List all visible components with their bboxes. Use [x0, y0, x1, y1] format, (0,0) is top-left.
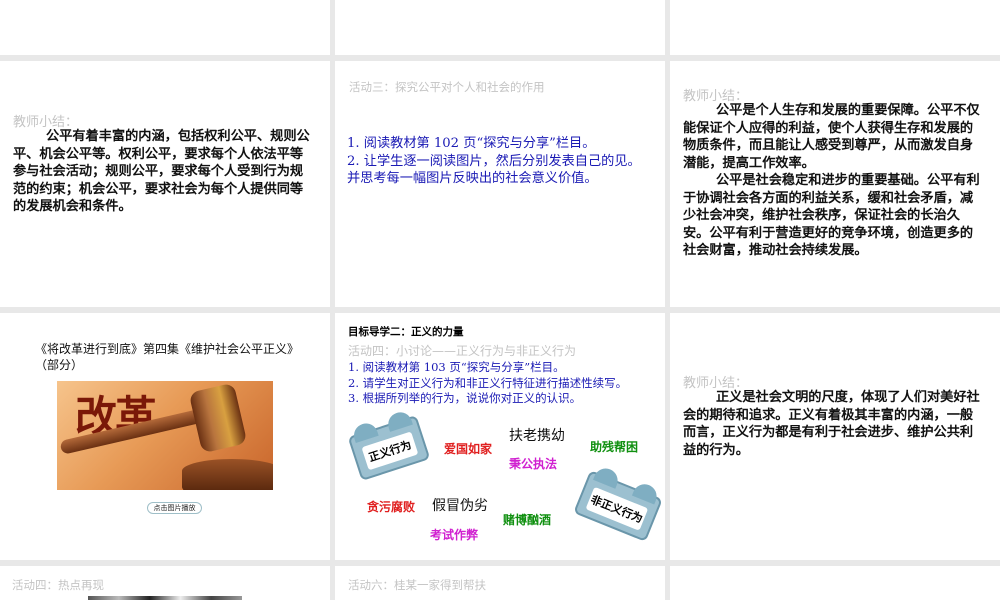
- list-item: 2. 请学生对正义行为和非正义行特征进行描述性续写。: [348, 375, 628, 390]
- video-thumbnail[interactable]: 改革: [57, 381, 273, 490]
- slide-heading: 目标导学二：正义的力量: [348, 326, 464, 338]
- slide-thumbnail-11[interactable]: 活动六：桂某一家得到帮扶: [335, 566, 665, 600]
- slide-thumbnail-6[interactable]: 教师小结： 公平是个人生存和发展的重要保障。公平不仅能保证个人应得的利益，使个人…: [670, 61, 1000, 307]
- behavior-word: 赌博酗酒: [503, 513, 552, 527]
- slide-thumbnail-10[interactable]: 活动四：热点再现: [0, 566, 330, 600]
- behavior-word: 贪污腐败: [367, 500, 416, 514]
- slide-thumbnail-5[interactable]: 活动三：探究公平对个人和社会的作用 1. 阅读教材第 102 页“探究与分享”栏…: [335, 61, 665, 307]
- behavior-word: 扶老携幼: [509, 428, 565, 444]
- slide-body: 公平有着丰富的内涵，包括权利公平、规则公平、机会公平等。权利公平，要求每个人依法…: [13, 129, 310, 214]
- slide-body: 公平是个人生存和发展的重要保障。公平不仅能保证个人应得的利益，使个人获得生存和发…: [683, 102, 983, 260]
- behavior-word: 爱国如家: [444, 442, 493, 456]
- paragraph: 公平是社会稳定和进步的重要基础。公平有利于协调社会各方面的利益关系，缓和社会矛盾…: [683, 173, 980, 258]
- photo: [88, 596, 242, 600]
- slide-thumbnail-7[interactable]: 《将改革进行到底》第四集《维护社会公平正义》（部分） 改革 点击图片播放: [0, 313, 330, 560]
- slide-list: 1. 阅读教材第 103 页“探究与分享”栏目。 2. 请学生对正义行为和非正义…: [348, 360, 627, 407]
- slide-title: 活动四：小讨论——正义行为与非正义行为: [348, 344, 577, 358]
- list-item: 2. 让学生逐一阅读图片，然后分别发表自己的见。并思考每一幅图片反映出的社会意义…: [347, 153, 641, 187]
- sticker-unjust-behavior: 非正义行为: [573, 464, 663, 542]
- slide-body: 正义是社会文明的尺度，体现了人们对美好社会的期待和追求。正义有着极其丰富的内涵，…: [683, 390, 980, 458]
- slide-title: 《将改革进行到底》第四集《维护社会公平正义》（部分）: [35, 342, 300, 372]
- behavior-word: 助残帮困: [590, 440, 639, 454]
- slide-thumbnail-12[interactable]: [670, 566, 1000, 600]
- slide-thumbnail-8[interactable]: 目标导学二：正义的力量 活动四：小讨论——正义行为与非正义行为 1. 阅读教材第…: [335, 313, 665, 560]
- slide-list: 1. 阅读教材第 102 页“探究与分享”栏目。 2. 让学生逐一阅读图片，然后…: [347, 135, 652, 188]
- gavel-head: [188, 382, 248, 454]
- slide-thumbnail-1[interactable]: [0, 0, 330, 55]
- list-item: 1. 阅读教材第 103 页“探究与分享”栏目。: [348, 360, 565, 374]
- slide-thumbnail-2[interactable]: [335, 0, 665, 55]
- behavior-word: 考试作弊: [430, 528, 479, 542]
- slide-thumbnail-3[interactable]: [670, 0, 1000, 55]
- slide-title: 活动三：探究公平对个人和社会的作用: [349, 80, 545, 94]
- list-item: 3. 根据所列举的行为，说说你对正义的认识。: [348, 391, 582, 405]
- behavior-word: 假冒伪劣: [432, 498, 488, 514]
- list-item: 1. 阅读教材第 102 页“探究与分享”栏目。: [347, 136, 596, 151]
- slide-thumbnail-9[interactable]: 教师小结： 正义是社会文明的尺度，体现了人们对美好社会的期待和追求。正义有着极其…: [670, 313, 1000, 560]
- paragraph: 公平是个人生存和发展的重要保障。公平不仅能保证个人应得的利益，使个人获得生存和发…: [683, 103, 980, 171]
- slide-title: 活动六：桂某一家得到帮扶: [348, 578, 486, 592]
- gavel-base: [182, 459, 273, 490]
- callout-bubble[interactable]: 点击图片播放: [147, 502, 202, 514]
- slide-thumbnail-4[interactable]: 教师小结： 公平有着丰富的内涵，包括权利公平、规则公平、机会公平等。权利公平，要…: [0, 61, 330, 307]
- behavior-word: 秉公执法: [509, 457, 558, 471]
- slide-title: 活动四：热点再现: [12, 578, 104, 592]
- sticker-just-behavior: 正义行为: [347, 409, 431, 481]
